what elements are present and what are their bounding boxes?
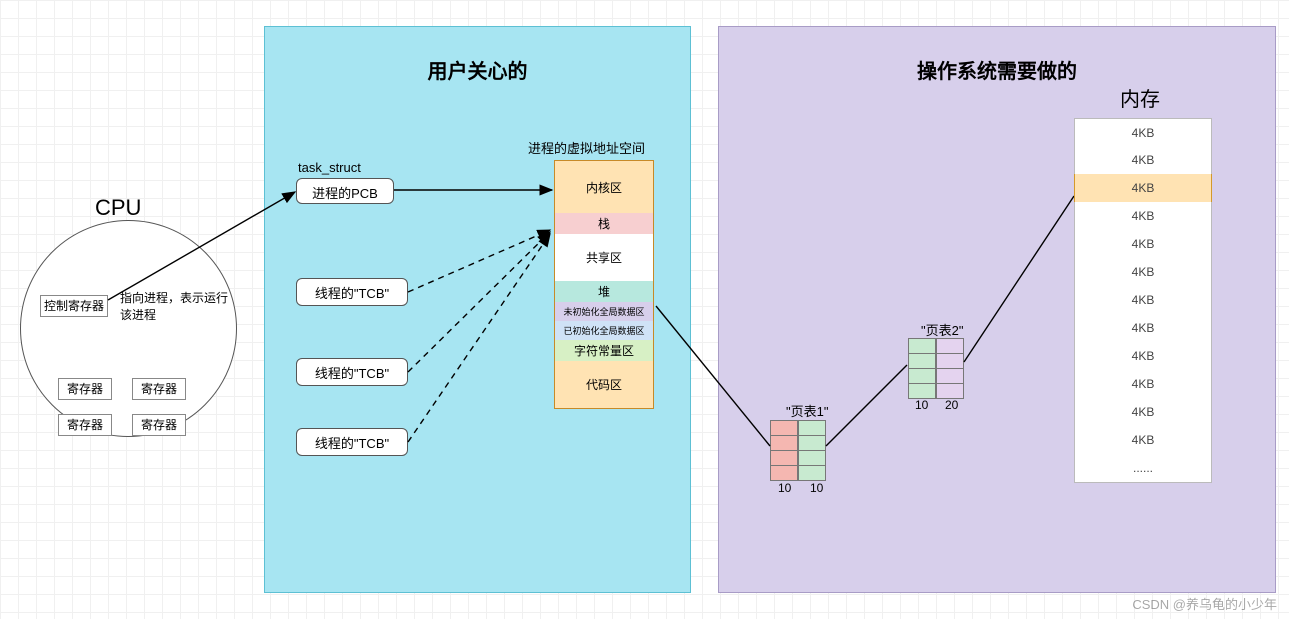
pt1-cell [770,435,798,451]
memory-cell: 4KB [1074,398,1212,427]
memory-title: 内存 [1120,83,1160,112]
control-register-box: 控制寄存器 [40,295,108,317]
memory-cell: 4KB [1074,286,1212,315]
memory-cell: 4KB [1074,342,1212,371]
pt2-cell [908,353,936,369]
page-table-1-num: 10 [778,481,791,495]
vas-segment: 已初始化全局数据区 [554,321,654,341]
memory-cell: ...... [1074,454,1212,483]
register-box: 寄存器 [58,414,112,436]
vas-segment: 未初始化全局数据区 [554,302,654,322]
page-table-1-num: 10 [810,481,823,495]
pt2-cell [908,383,936,399]
vas-label: 进程的虚拟地址空间 [528,138,645,157]
page-table-2-num: 20 [945,398,958,412]
task-struct-label: task_struct [298,160,361,175]
pt2-cell [936,368,964,384]
vas-segment: 字符常量区 [554,340,654,362]
tcb-box: 线程的"TCB" [296,428,408,456]
cpu-note: 指向进程，表示运行该进程 [120,290,230,324]
vas-segment: 栈 [554,213,654,235]
tcb-box: 线程的"TCB" [296,278,408,306]
pt2-cell [908,368,936,384]
memory-cell: 4KB [1074,146,1212,175]
page-table-2-label: "页表2" [921,320,963,339]
memory-cell: 4KB [1074,370,1212,399]
pt1-cell [798,450,826,466]
pcb-box: 进程的PCB [296,178,394,204]
memory-cell: 4KB [1074,174,1212,203]
page-table-2-num: 10 [915,398,928,412]
tcb-box: 线程的"TCB" [296,358,408,386]
pt1-cell [798,420,826,436]
memory-cell: 4KB [1074,258,1212,287]
pt1-cell [770,420,798,436]
vas-segment: 共享区 [554,234,654,282]
register-box: 寄存器 [58,378,112,400]
user-panel-title: 用户关心的 [265,55,690,84]
pt1-cell [770,465,798,481]
memory-cell: 4KB [1074,230,1212,259]
pt1-cell [798,435,826,451]
cpu-circle [20,220,237,437]
register-box: 寄存器 [132,378,186,400]
memory-cell: 4KB [1074,118,1212,147]
memory-cell: 4KB [1074,314,1212,343]
memory-cell: 4KB [1074,202,1212,231]
vas-segment: 代码区 [554,361,654,409]
pt2-cell [908,338,936,354]
os-panel-title: 操作系统需要做的 [719,55,1275,84]
vas-segment: 内核区 [554,160,654,214]
register-box: 寄存器 [132,414,186,436]
pt1-cell [798,465,826,481]
cpu-title: CPU [95,195,141,221]
pt1-cell [770,450,798,466]
pt2-cell [936,383,964,399]
page-table-1-label: "页表1" [786,401,828,420]
memory-cell: 4KB [1074,426,1212,455]
vas-segment: 堆 [554,281,654,303]
watermark: CSDN @养乌龟的小少年 [1132,594,1277,613]
pt2-cell [936,338,964,354]
pt2-cell [936,353,964,369]
